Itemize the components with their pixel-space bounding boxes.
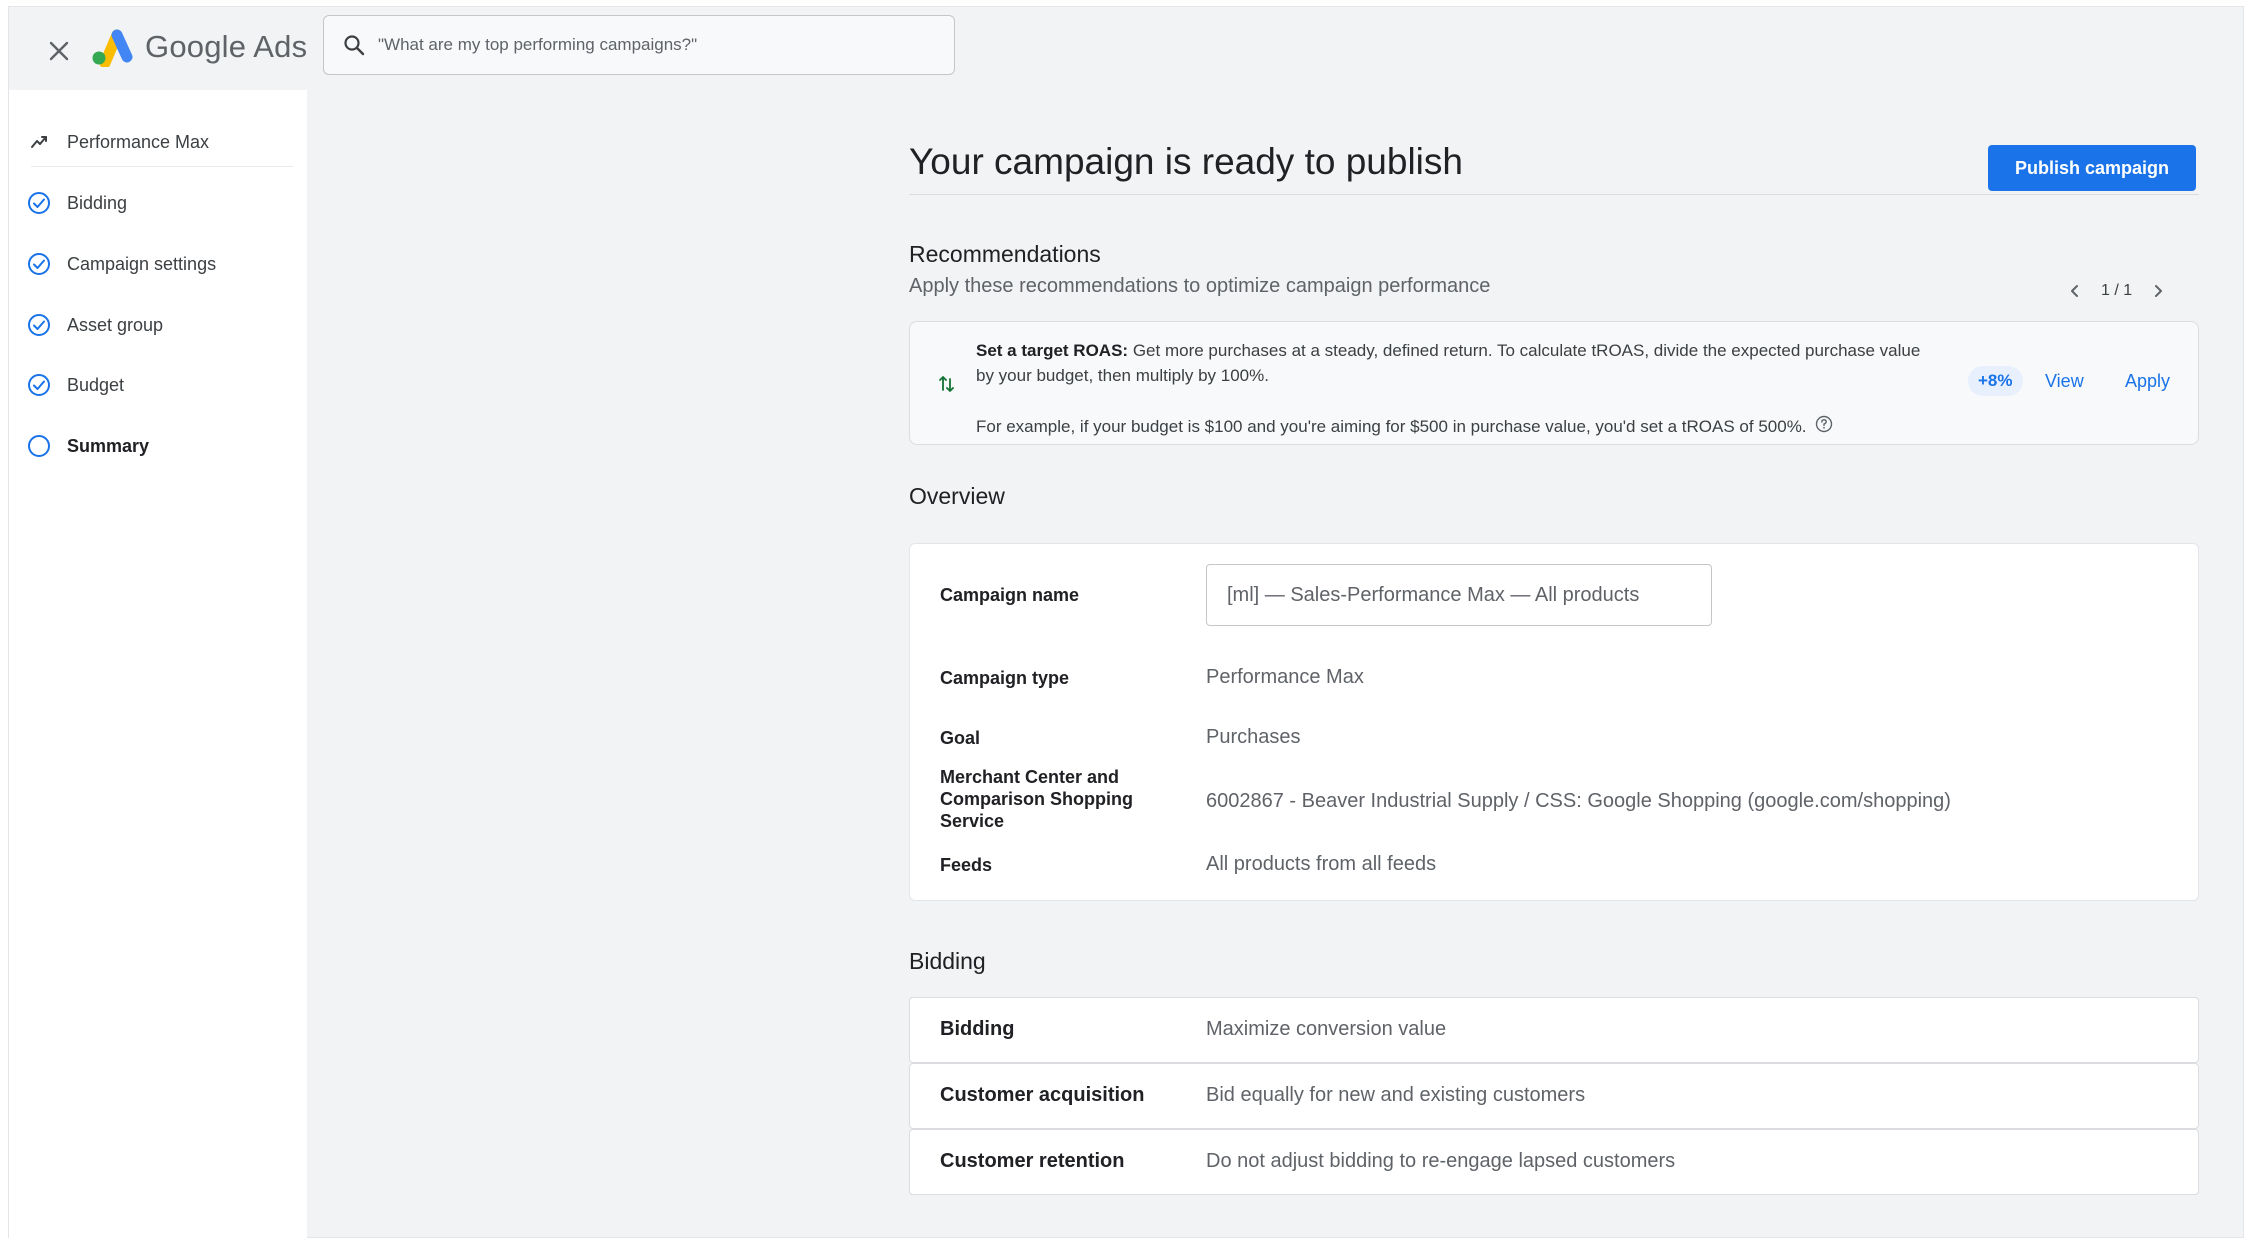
sidebar-divider xyxy=(31,166,293,167)
title-divider xyxy=(909,194,2199,195)
bidding-row-label: Bidding xyxy=(940,1018,1015,1040)
recommendations-subheading: Apply these recommendations to optimize … xyxy=(909,275,1491,297)
help-icon[interactable] xyxy=(1815,415,1833,438)
app-frame: Google Ads Performance Max xyxy=(8,6,2244,1239)
uplift-badge: +8% xyxy=(1968,366,2023,396)
customer-retention-value: Do not adjust bidding to re-engage lapse… xyxy=(1206,1150,1676,1172)
search-bar[interactable] xyxy=(323,15,955,75)
merchant-center-label: Merchant Center and Comparison Shopping … xyxy=(940,767,1133,831)
feeds-value: All products from all feeds xyxy=(1206,853,1437,875)
google-ads-logo-icon xyxy=(92,29,133,67)
chevron-left-icon[interactable] xyxy=(2059,275,2091,307)
recommendation-card: Set a target ROAS: Get more purchases at… xyxy=(909,321,2199,445)
campaign-type-label: Campaign type xyxy=(940,668,1070,688)
check-circle-icon xyxy=(25,189,53,217)
campaign-name-input[interactable] xyxy=(1206,564,1712,626)
page-title: Your campaign is ready to publish xyxy=(909,141,1463,182)
empty-circle-icon xyxy=(25,432,53,460)
goal-value: Purchases xyxy=(1206,726,1301,748)
recommendations-pager: 1 / 1 xyxy=(2059,275,2174,307)
customer-retention-label: Customer retention xyxy=(940,1150,1125,1172)
recommendation-title: Set a target ROAS: xyxy=(976,341,1129,360)
overview-card: Campaign name Campaign type Performance … xyxy=(909,543,2199,901)
check-circle-icon xyxy=(25,311,53,339)
feeds-label: Feeds xyxy=(940,855,993,875)
sidebar-item-label: Asset group xyxy=(67,314,164,335)
sidebar-item-label: Performance Max xyxy=(67,131,210,152)
recommendation-text: Set a target ROAS: Get more purchases at… xyxy=(976,338,1936,388)
sidebar-item-campaign-settings[interactable]: Campaign settings xyxy=(25,244,216,284)
recommendations-heading: Recommendations xyxy=(909,241,1101,267)
bidding-heading: Bidding xyxy=(909,948,986,974)
campaign-name-label: Campaign name xyxy=(940,585,1080,605)
overview-heading: Overview xyxy=(909,483,1005,509)
customer-retention-row: Customer retention Do not adjust bidding… xyxy=(909,1129,2199,1195)
sidebar-item-label: Summary xyxy=(67,435,150,456)
sidebar-item-budget[interactable]: Budget xyxy=(25,365,124,405)
recommendation-example-row: For example, if your budget is $100 and … xyxy=(976,415,1833,438)
customer-acquisition-row: Customer acquisition Bid equally for new… xyxy=(909,1063,2199,1129)
sidebar-item-label: Campaign settings xyxy=(67,253,217,274)
chevron-right-icon[interactable] xyxy=(2142,275,2174,307)
trending-icon xyxy=(25,128,53,156)
campaign-type-value: Performance Max xyxy=(1206,666,1364,688)
sidebar-item-performance-max[interactable]: Performance Max xyxy=(25,122,209,162)
sidebar-item-bidding[interactable]: Bidding xyxy=(25,183,127,223)
recommendation-example: For example, if your budget is $100 and … xyxy=(976,416,1807,436)
bidding-row: Bidding Maximize conversion value xyxy=(909,997,2199,1063)
app-name: Google Ads xyxy=(145,29,308,64)
close-icon xyxy=(49,41,69,61)
publish-campaign-button[interactable]: Publish campaign xyxy=(1988,145,2196,191)
sidebar-item-label: Bidding xyxy=(67,192,128,213)
check-circle-icon xyxy=(25,250,53,278)
merchant-center-value: 6002867 - Beaver Industrial Supply / CSS… xyxy=(1206,790,1951,812)
customer-acquisition-value: Bid equally for new and existing custome… xyxy=(1206,1084,1586,1106)
check-circle-icon xyxy=(25,371,53,399)
search-input[interactable] xyxy=(378,35,938,55)
goal-label: Goal xyxy=(940,728,981,748)
target-roas-icon xyxy=(936,372,958,399)
customer-acquisition-label: Customer acquisition xyxy=(940,1084,1145,1106)
pager-count: 1 / 1 xyxy=(2101,282,2133,299)
sidebar-item-label: Budget xyxy=(67,374,125,395)
view-link[interactable]: View xyxy=(2045,366,2084,396)
google-ads-logo[interactable]: Google Ads xyxy=(89,27,307,67)
sidebar-item-summary[interactable]: Summary xyxy=(25,426,149,466)
sidebar: Performance Max Bidding Campaign setting… xyxy=(9,90,307,1239)
search-icon xyxy=(344,35,365,56)
bidding-row-value: Maximize conversion value xyxy=(1206,1018,1447,1040)
close-button[interactable] xyxy=(37,29,81,73)
apply-link[interactable]: Apply xyxy=(2125,366,2170,396)
sidebar-item-asset-group[interactable]: Asset group xyxy=(25,305,163,345)
